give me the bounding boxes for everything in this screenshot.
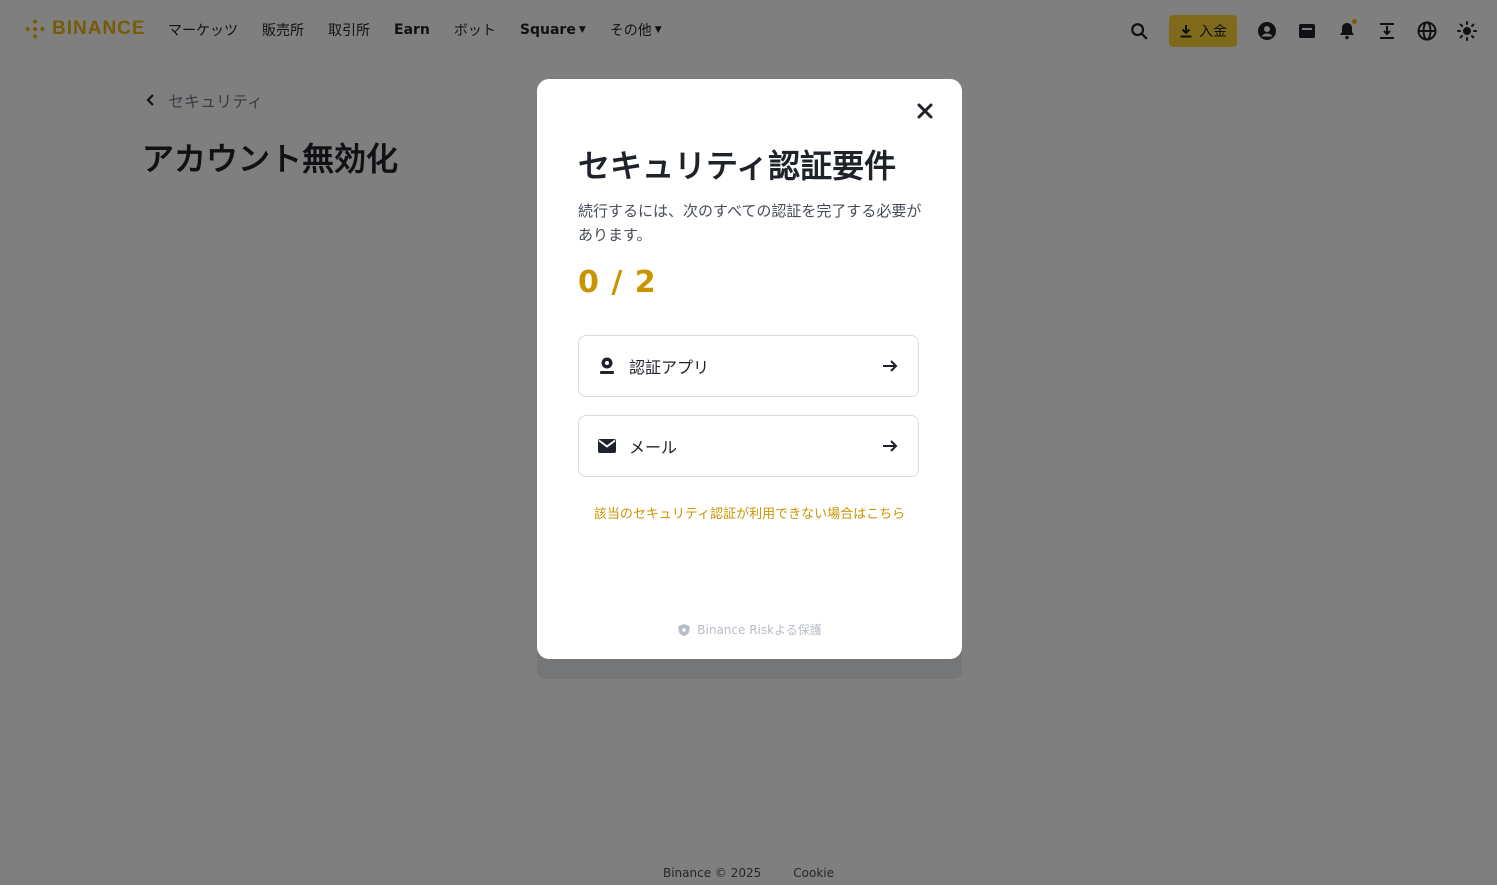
risk-protection-note: Binance Riskよる保護 bbox=[537, 621, 962, 638]
mail-icon bbox=[597, 436, 617, 456]
modal-title: セキュリティ認証要件 bbox=[578, 147, 897, 185]
email-option[interactable]: メール bbox=[578, 415, 919, 477]
risk-text: Binance Riskよる保護 bbox=[697, 623, 822, 637]
verification-progress: 0 / 2 bbox=[578, 265, 657, 300]
close-icon bbox=[917, 103, 933, 119]
shield-icon bbox=[678, 623, 690, 636]
verification-unavailable-link[interactable]: 該当のセキュリティ認証が利用できない場合はこちら bbox=[537, 503, 962, 522]
email-label: メール bbox=[629, 438, 678, 457]
arrow-right-icon bbox=[880, 436, 900, 456]
security-verification-modal: セキュリティ認証要件 続行するには、次のすべての認証を完了する必要があります。 … bbox=[537, 79, 962, 659]
modal-description: 続行するには、次のすべての認証を完了する必要があります。 bbox=[578, 202, 922, 244]
arrow-right-icon bbox=[880, 356, 900, 376]
authenticator-icon bbox=[597, 356, 617, 376]
close-button[interactable] bbox=[911, 97, 939, 125]
authenticator-label: 認証アプリ bbox=[629, 358, 710, 377]
authenticator-app-option[interactable]: 認証アプリ bbox=[578, 335, 919, 397]
